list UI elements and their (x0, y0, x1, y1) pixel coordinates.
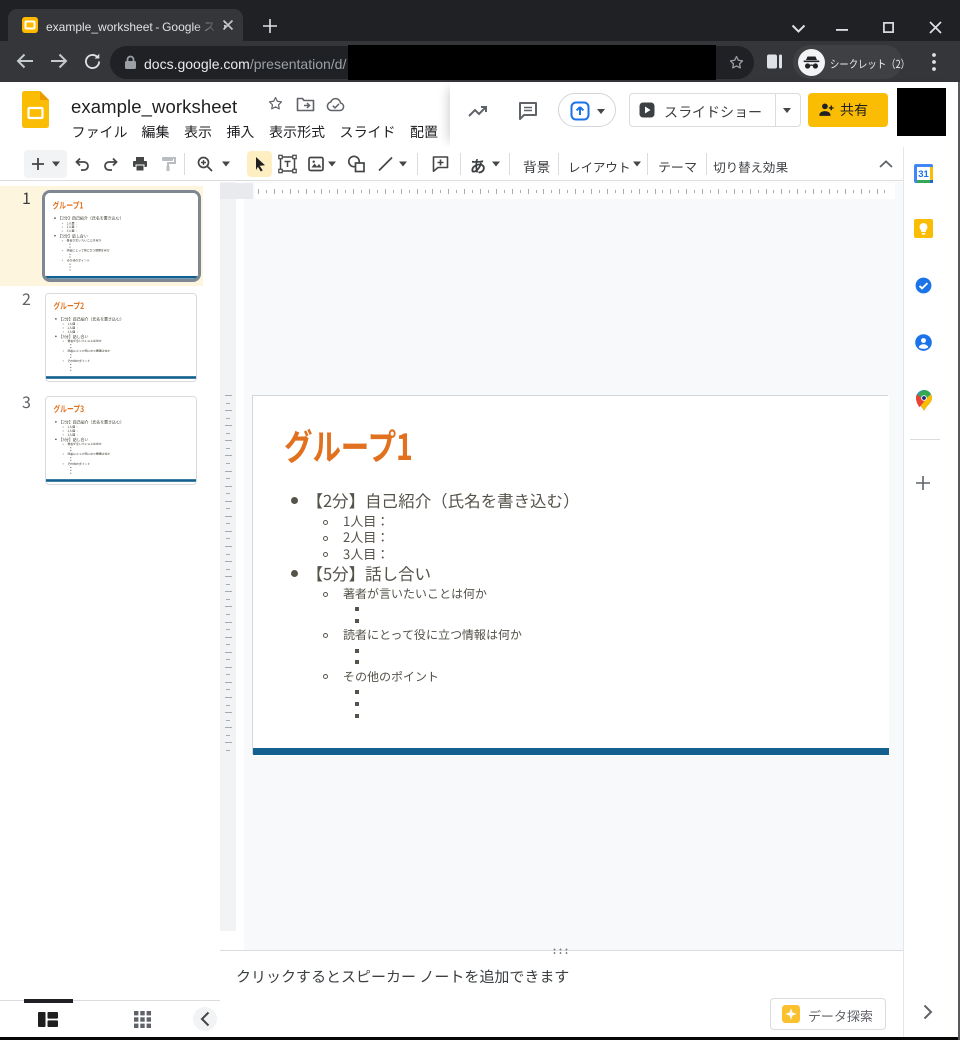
svg-text:31: 31 (918, 169, 929, 180)
